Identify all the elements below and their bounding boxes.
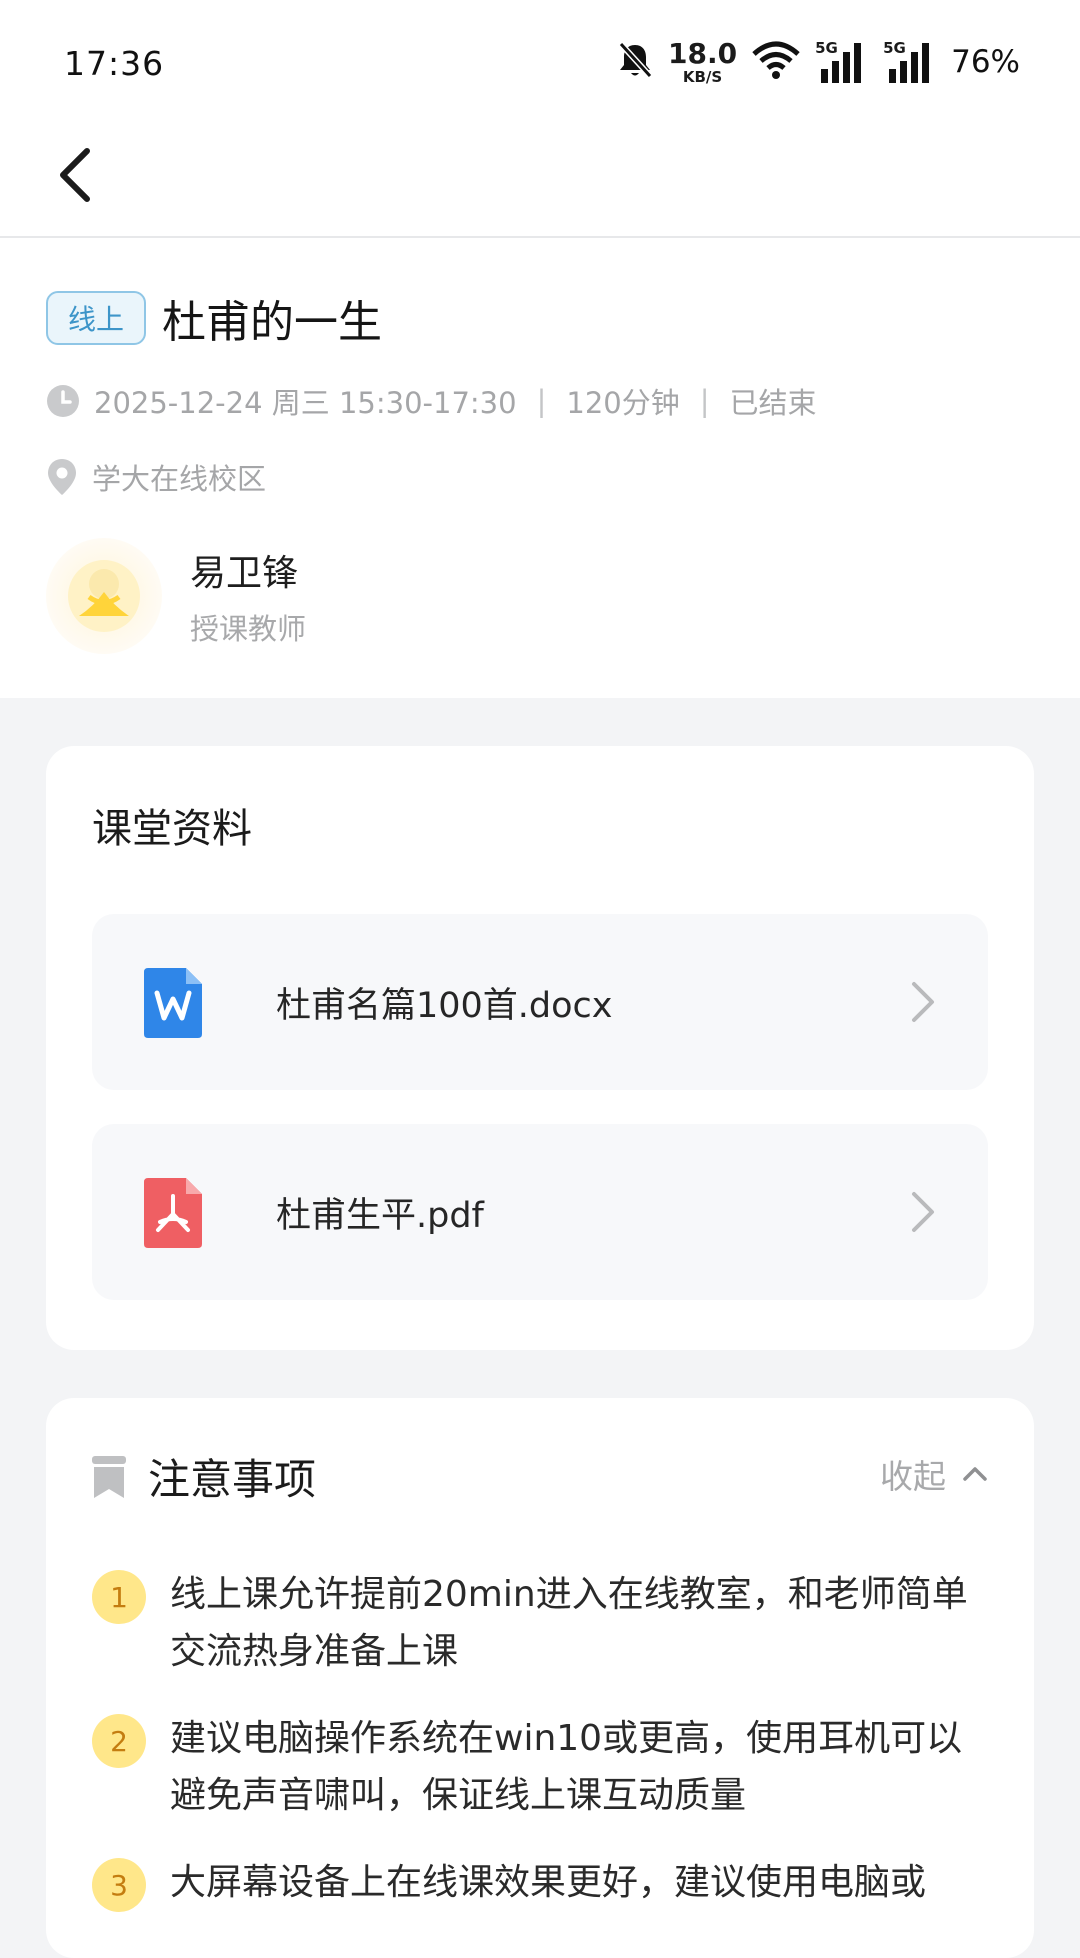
speed-value: 18.0	[668, 36, 738, 70]
note-text: 建议电脑操作系统在win10或更高，使用耳机可以避免声音啸叫，保证线上课互动质量	[170, 1718, 963, 1816]
online-tag: 线上	[46, 291, 147, 345]
time-row: 2025-12-24 周三 15:30-17:30 | 120分钟 | 已结束	[46, 380, 817, 422]
course-status: 已结束	[729, 386, 817, 420]
status-icons: 18.0 KB/S 5G 5G 76%	[616, 36, 1020, 88]
bookmark-icon	[92, 1455, 126, 1498]
cellular-signal-1: 5G	[815, 39, 869, 85]
pdf-file-icon	[144, 1178, 202, 1252]
file-name: 杜甫名篇100首.docx	[276, 985, 613, 1026]
teacher-text: 易卫锋 授课教师	[190, 544, 306, 648]
file-item-docx[interactable]: 杜甫名篇100首.docx	[92, 914, 988, 1090]
note-number: 1	[92, 1570, 146, 1624]
avatar-person-icon	[68, 560, 140, 632]
materials-title: 课堂资料	[92, 806, 252, 852]
course-duration: 120分钟	[566, 386, 680, 420]
course-title: 杜甫的一生	[162, 297, 383, 348]
note-item: 2 建议电脑操作系统在win10或更高，使用耳机可以避免声音啸叫，保证线上课互动…	[92, 1710, 992, 1824]
note-text: 大屏幕设备上在线课效果更好，建议使用电脑或	[170, 1862, 927, 1903]
divider: |	[699, 384, 710, 418]
teacher-info: 易卫锋 授课教师	[46, 538, 306, 654]
file-name: 杜甫生平.pdf	[276, 1195, 484, 1236]
back-button[interactable]	[40, 140, 110, 210]
note-item: 1 线上课允许提前20min进入在线教室，和老师简单交流热身准备上课	[92, 1566, 992, 1680]
course-date: 2025-12-24 周三 15:30-17:30	[94, 386, 517, 420]
chevron-up-icon	[963, 1467, 987, 1481]
notes-header: 注意事项	[92, 1446, 316, 1507]
clock-icon	[47, 385, 79, 417]
course-info: 线上 杜甫的一生 2025-12-24 周三 15:30-17:30 | 120…	[0, 238, 1080, 698]
chevron-right-icon	[910, 1190, 936, 1238]
note-text: 线上课允许提前20min进入在线教室，和老师简单交流热身准备上课	[170, 1574, 968, 1672]
materials-card: 课堂资料 杜甫名篇100首.docx 杜甫生平.pdf	[46, 746, 1034, 1350]
word-file-icon	[144, 968, 202, 1042]
battery-level: 76%	[951, 44, 1020, 80]
note-item: 3 大屏幕设备上在线课效果更好，建议使用电脑或	[92, 1854, 992, 1912]
speed-unit: KB/S	[682, 67, 723, 86]
course-location: 学大在线校区	[92, 462, 267, 496]
title-row: 线上 杜甫的一生	[46, 286, 382, 350]
location-pin-icon	[48, 459, 76, 495]
file-item-pdf[interactable]: 杜甫生平.pdf	[92, 1124, 988, 1300]
chevron-right-icon	[910, 980, 936, 1028]
note-number: 2	[92, 1714, 146, 1768]
location-row: 学大在线校区	[46, 456, 266, 498]
collapse-label: 收起	[880, 1457, 946, 1496]
teacher-avatar	[46, 538, 162, 654]
note-number: 3	[92, 1858, 146, 1912]
status-time: 17:36	[64, 44, 165, 83]
status-bar: 17:36 18.0 KB/S 5G 5G 76%	[0, 0, 1080, 120]
cellular-signal-2: 5G	[883, 39, 937, 85]
wifi-icon	[751, 40, 801, 84]
network-speed: 18.0 KB/S	[668, 36, 738, 86]
teacher-role: 授课教师	[190, 612, 307, 646]
nav-header	[0, 120, 1080, 238]
collapse-button[interactable]: 收起	[880, 1450, 988, 1498]
notes-title: 注意事项	[148, 1455, 317, 1504]
mute-bell-icon	[616, 40, 654, 84]
notes-card: 注意事项 收起 1 线上课允许提前20min进入在线教室，和老师简单交流热身准备…	[46, 1398, 1034, 1958]
teacher-name: 易卫锋	[190, 553, 299, 594]
divider: |	[536, 384, 547, 418]
back-arrow-icon	[60, 148, 90, 202]
